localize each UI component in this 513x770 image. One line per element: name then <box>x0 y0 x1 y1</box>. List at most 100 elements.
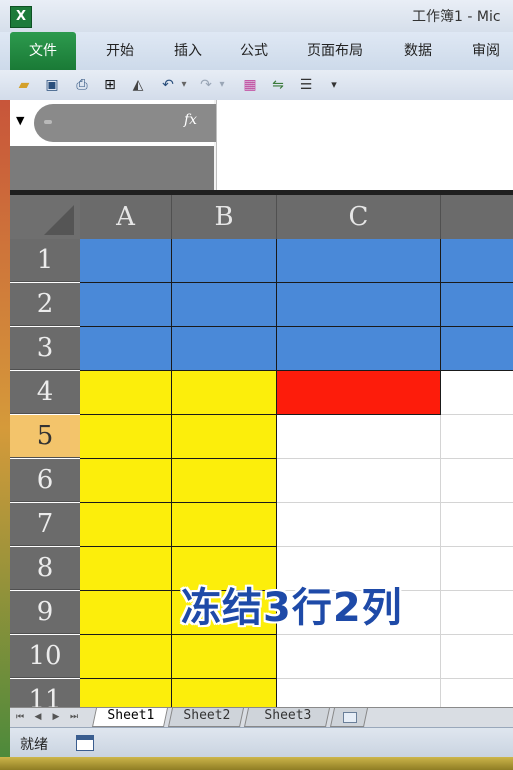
cell-a3[interactable] <box>80 327 172 371</box>
cell-c4[interactable] <box>277 371 441 415</box>
tab-data[interactable]: 数据 <box>390 32 446 70</box>
tab-file[interactable]: 文件 <box>10 32 76 70</box>
save-icon[interactable]: ▣ <box>42 75 62 95</box>
cell-d3[interactable] <box>441 327 513 371</box>
cell-a7[interactable] <box>80 503 172 547</box>
insert-sheet-button[interactable] <box>329 708 369 727</box>
row-header-2[interactable]: 2 <box>10 283 80 326</box>
sheet-tab-bar: ⏮ ◀ ▶ ⏭ Sheet1 Sheet2 Sheet3 <box>10 707 513 728</box>
row-header-11[interactable]: 11 <box>10 679 80 707</box>
cell-d5[interactable] <box>441 415 513 459</box>
column-header-c[interactable]: C <box>277 195 441 239</box>
cell-b4[interactable] <box>172 371 277 415</box>
cell-d7[interactable] <box>441 503 513 547</box>
row-header-1[interactable]: 1 <box>10 239 80 282</box>
cell-a2[interactable] <box>80 283 172 327</box>
cell-b7[interactable] <box>172 503 277 547</box>
cell-d1[interactable] <box>441 239 513 283</box>
cell-d2[interactable] <box>441 283 513 327</box>
customize-icon[interactable]: ▾ <box>324 75 344 95</box>
insert-function-icon[interactable]: fx <box>184 112 197 128</box>
macro-record-icon[interactable] <box>76 735 94 751</box>
tab-page-layout[interactable]: 页面布局 <box>296 32 374 70</box>
cell-b3[interactable] <box>172 327 277 371</box>
tab-formulas[interactable]: 公式 <box>226 32 282 70</box>
select-all-corner[interactable] <box>10 195 80 239</box>
background-bottom-edge <box>0 757 513 770</box>
tab-review[interactable]: 审阅 <box>458 32 513 70</box>
cell-a1[interactable] <box>80 239 172 283</box>
cell-a6[interactable] <box>80 459 172 503</box>
cell-c3[interactable] <box>277 327 441 371</box>
name-box-shadow <box>10 146 214 190</box>
cell-b5[interactable] <box>172 415 277 459</box>
redo-dropdown-icon[interactable]: ▾ <box>218 78 226 92</box>
cell-d8[interactable] <box>441 547 513 591</box>
list-icon[interactable]: ☰ <box>296 75 316 95</box>
cell-d9[interactable] <box>441 591 513 635</box>
format-painter-icon[interactable]: ▦ <box>240 75 260 95</box>
cell-a9[interactable] <box>80 591 172 635</box>
first-sheet-icon[interactable]: ⏮ <box>14 710 26 724</box>
sort-icon[interactable]: ⇋ <box>268 75 288 95</box>
overlay-caption: 冻结3行2列 <box>181 585 403 631</box>
cell-b2[interactable] <box>172 283 277 327</box>
cell-a8[interactable] <box>80 547 172 591</box>
cell-d10[interactable] <box>441 635 513 679</box>
print-preview-icon[interactable]: ⎙ <box>72 75 92 95</box>
row-header-4[interactable]: 4 <box>10 371 80 414</box>
cell-a4[interactable] <box>80 371 172 415</box>
tab-home[interactable]: 开始 <box>92 32 148 70</box>
undo-icon[interactable]: ↶ <box>158 75 178 95</box>
title-bar: X 工作簿1 - Mic <box>0 0 513 32</box>
cell-d11[interactable] <box>441 679 513 707</box>
next-sheet-icon[interactable]: ▶ <box>50 710 62 724</box>
eraser-icon[interactable]: ◭ <box>128 75 148 95</box>
cell-b11[interactable] <box>172 679 277 707</box>
status-bar: 就绪 <box>10 727 513 758</box>
row-header-9[interactable]: 9 <box>10 591 80 634</box>
cell-c10[interactable] <box>277 635 441 679</box>
sheet-tab-1[interactable]: Sheet1 <box>91 708 169 727</box>
cell-c5[interactable] <box>277 415 441 459</box>
row-header-5[interactable]: 5 <box>10 415 80 458</box>
cell-c2[interactable] <box>277 283 441 327</box>
cell-c6[interactable] <box>277 459 441 503</box>
column-header-b[interactable]: B <box>172 195 277 239</box>
cell-a10[interactable] <box>80 635 172 679</box>
quick-access-toolbar: ▰ ▣ ⎙ ⊞ ◭ ↶ ▾ ↷ ▾ ▦ ⇋ ☰ ▾ <box>0 70 513 101</box>
prev-sheet-icon[interactable]: ◀ <box>32 710 44 724</box>
borders-icon[interactable]: ⊞ <box>100 75 120 95</box>
row-header-10[interactable]: 10 <box>10 635 80 678</box>
redo-icon[interactable]: ↷ <box>196 75 216 95</box>
column-header-d[interactable] <box>441 195 513 239</box>
cell-a11[interactable] <box>80 679 172 707</box>
name-box[interactable]: ▼ fx <box>10 100 216 146</box>
row-header-6[interactable]: 6 <box>10 459 80 502</box>
excel-app-icon[interactable]: X <box>10 6 32 28</box>
last-sheet-icon[interactable]: ⏭ <box>68 710 80 724</box>
name-box-handle <box>44 120 52 124</box>
cell-d6[interactable] <box>441 459 513 503</box>
sheet-tab-2[interactable]: Sheet2 <box>167 708 245 727</box>
column-header-a[interactable]: A <box>80 195 172 239</box>
row-header-3[interactable]: 3 <box>10 327 80 370</box>
name-box-dropdown-icon[interactable]: ▼ <box>16 114 24 127</box>
cell-d4[interactable] <box>441 371 513 415</box>
cell-b6[interactable] <box>172 459 277 503</box>
row-header-7[interactable]: 7 <box>10 503 80 546</box>
undo-dropdown-icon[interactable]: ▾ <box>180 78 188 92</box>
cell-c11[interactable] <box>277 679 441 707</box>
tab-insert[interactable]: 插入 <box>160 32 216 70</box>
sheet-tab-3[interactable]: Sheet3 <box>243 708 331 727</box>
open-folder-icon[interactable]: ▰ <box>14 75 34 95</box>
row-header-8[interactable]: 8 <box>10 547 80 590</box>
cell-c7[interactable] <box>277 503 441 547</box>
cell-a5[interactable] <box>80 415 172 459</box>
cell-c1[interactable] <box>277 239 441 283</box>
cell-b1[interactable] <box>172 239 277 283</box>
name-box-field[interactable]: fx <box>34 104 216 142</box>
formula-input[interactable] <box>216 100 513 190</box>
worksheet-grid[interactable]: A B C 1 2 3 4 5 6 7 8 9 10 11 冻结3行2列 <box>10 195 513 707</box>
cell-b10[interactable] <box>172 635 277 679</box>
